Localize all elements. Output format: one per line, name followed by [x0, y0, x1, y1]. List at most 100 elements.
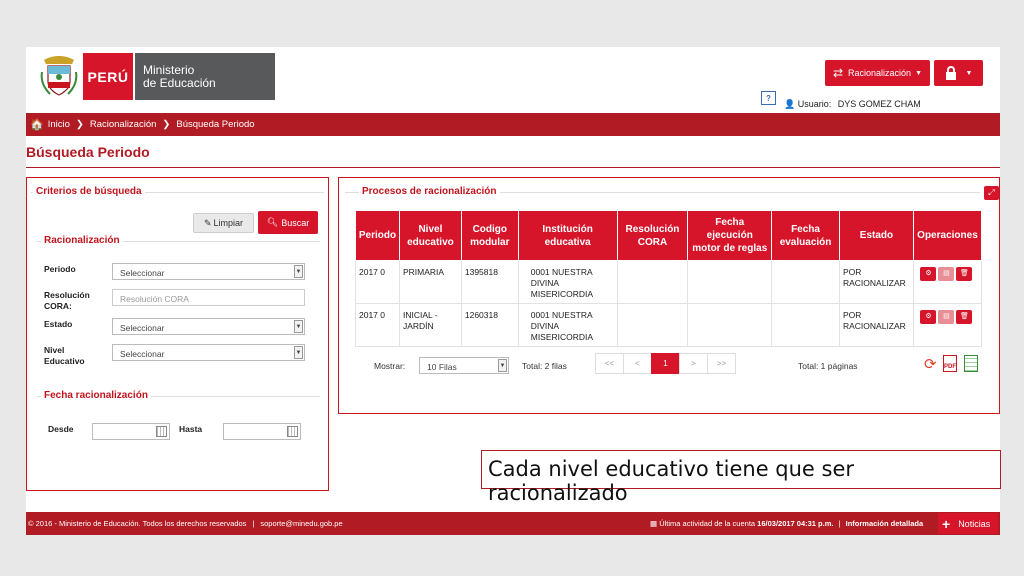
eraser-icon: ✎: [203, 217, 212, 228]
cell-text-line: 0001 NUESTRA: [530, 310, 593, 320]
dropdown-arrow-icon: ▼: [294, 346, 303, 359]
lock-icon: [945, 66, 956, 80]
search-label: Buscar: [281, 217, 310, 228]
table-cell: POR RACIONALIZAR: [838, 260, 914, 304]
calendar-icon[interactable]: [287, 426, 298, 437]
nivel-select[interactable]: Seleccionar ▼: [112, 344, 305, 361]
slide-caption: Cada nivel educativo tiene que ser racio…: [481, 450, 1001, 505]
column-header[interactable]: Resolución CORA: [616, 210, 689, 261]
document-icon[interactable]: ▤: [938, 310, 955, 324]
table-cell: POR RACIONALIZAR: [838, 303, 914, 347]
footer-separator: |: [252, 519, 255, 528]
column-header-line: Codigo: [472, 223, 508, 235]
column-header-line: Fecha: [715, 217, 745, 228]
module-menu-button[interactable]: ⇄ Racionalización ▼: [825, 60, 930, 86]
expand-button[interactable]: ⤢: [984, 186, 999, 200]
column-header-line: CORA: [637, 236, 668, 248]
column-header-line: Fecha: [791, 223, 820, 235]
column-header-line: evaluación: [779, 236, 832, 248]
news-button[interactable]: + Noticias: [938, 513, 998, 534]
rows-per-page-select[interactable]: 10 Filas ▼: [419, 357, 509, 374]
cell-text-line: INICIAL -: [402, 310, 438, 320]
cell-text-line: RACIONALIZAR: [842, 321, 906, 331]
pager-button[interactable]: >: [679, 353, 708, 374]
periodo-select[interactable]: Seleccionar ▼: [112, 263, 305, 280]
search-button[interactable]: 🔍︎ Buscar: [258, 211, 318, 234]
column-header[interactable]: Fecha evaluación: [771, 210, 840, 261]
calendar-icon[interactable]: [156, 426, 167, 437]
pagination: << <1 > >>: [595, 353, 736, 374]
column-header[interactable]: Codigo modular: [460, 210, 519, 261]
column-header[interactable]: Operaciones: [912, 210, 983, 261]
gear-icon[interactable]: ⚙: [920, 310, 937, 324]
column-header[interactable]: Institución educativa: [517, 210, 618, 261]
estado-select[interactable]: Seleccionar ▼: [112, 318, 305, 335]
show-label: Mostrar:: [374, 361, 406, 371]
breadcrumb: 🏠 Inicio ❯ Racionalización ❯ Búsqueda Pe…: [26, 113, 1000, 136]
expand-icon: ⤢: [988, 188, 995, 197]
gear-icon[interactable]: ⚙: [920, 267, 937, 281]
lock-menu-button[interactable]: ▼: [934, 60, 983, 86]
help-icon: ?: [766, 93, 771, 103]
footer: © 2016 - Ministerio de Educación. Todos …: [26, 512, 1000, 535]
nivel-label: Nivel Educativo: [44, 345, 85, 367]
desde-date-input[interactable]: [92, 423, 170, 440]
pdf-export-icon[interactable]: PDF: [943, 355, 957, 372]
breadcrumb-home[interactable]: Inicio: [48, 119, 70, 130]
title-divider: [26, 167, 1000, 168]
cell-text-line: MISERICORDIA: [530, 289, 594, 299]
document-icon[interactable]: ▤: [938, 267, 955, 281]
chevron-right-icon: ❯: [75, 119, 84, 130]
column-header-line: Resolución: [625, 223, 680, 235]
estado-value: Seleccionar: [120, 323, 165, 333]
hasta-date-input[interactable]: [223, 423, 301, 440]
user-info: 👤 Usuario: DYS GOMEZ CHAM: [784, 99, 921, 110]
column-header[interactable]: Estado: [838, 210, 914, 261]
total-rows: Total: 2 filas: [522, 361, 567, 371]
column-header-line: educativo: [407, 236, 454, 248]
column-header[interactable]: Fecha ejecución motor de reglas: [687, 210, 773, 261]
table-cell: PRIMARIA: [398, 260, 462, 304]
cell-text-line: DIVINA: [530, 321, 560, 331]
dropdown-arrow-icon: ▼: [294, 320, 303, 333]
trash-icon[interactable]: 🗑︎: [956, 310, 973, 324]
app-window: PERÚ Ministerio de Educación ⇄ Racionali…: [26, 47, 1001, 535]
table-cell: INICIAL - JARDÍN: [398, 303, 462, 347]
column-header-line: motor de reglas: [692, 243, 768, 254]
breadcrumb-racionalizacion[interactable]: Racionalización: [90, 119, 157, 130]
news-label: Noticias: [958, 518, 991, 529]
resolucion-input[interactable]: Resolución CORA: [112, 289, 305, 306]
table-header-row: Periodo Nivel educativo Codigo modular Instit…: [355, 210, 983, 261]
module-menu-label: Racionalización: [848, 68, 912, 78]
excel-export-icon[interactable]: [964, 355, 978, 372]
pager-button[interactable]: <<: [595, 353, 624, 374]
column-header-line: Estado: [859, 230, 894, 241]
footer-email[interactable]: soporte@minedu.gob.pe: [260, 519, 342, 528]
swap-arrows-icon: ⇄: [832, 66, 844, 80]
column-header-line: Institución: [542, 223, 593, 235]
plus-icon: +: [942, 515, 951, 532]
clear-button[interactable]: ✎ Limpiar: [193, 213, 254, 233]
details-link[interactable]: Información detallada: [846, 519, 924, 528]
pager-button[interactable]: 1: [651, 353, 680, 374]
racionalizacion-section-title: Racionalización: [41, 235, 123, 246]
breadcrumb-current: Búsqueda Periodo: [176, 119, 255, 130]
cell-text-line: RACIONALIZAR: [842, 278, 906, 288]
column-header-line: Operaciones: [917, 230, 978, 241]
table-cell: 2017 0: [355, 260, 400, 304]
column-header-line: Periodo: [358, 230, 397, 241]
pager-button[interactable]: >>: [707, 353, 736, 374]
cell-text-line: DIVINA: [530, 278, 560, 288]
periodo-label: Periodo: [44, 264, 76, 274]
table-cell: [687, 303, 773, 347]
column-header-line: ejecución: [706, 230, 753, 241]
cell-text-line: 0001 NUESTRA: [530, 267, 593, 277]
help-button[interactable]: ?: [761, 91, 776, 105]
column-header[interactable]: Nivel educativo: [398, 210, 462, 261]
pager-button[interactable]: <: [623, 353, 652, 374]
trash-icon[interactable]: 🗑︎: [956, 267, 973, 281]
column-header[interactable]: Periodo: [355, 210, 400, 261]
table-cell: 2017 0: [355, 303, 400, 347]
page-title: Búsqueda Periodo: [26, 144, 150, 160]
refresh-icon[interactable]: ⟳: [924, 355, 937, 373]
